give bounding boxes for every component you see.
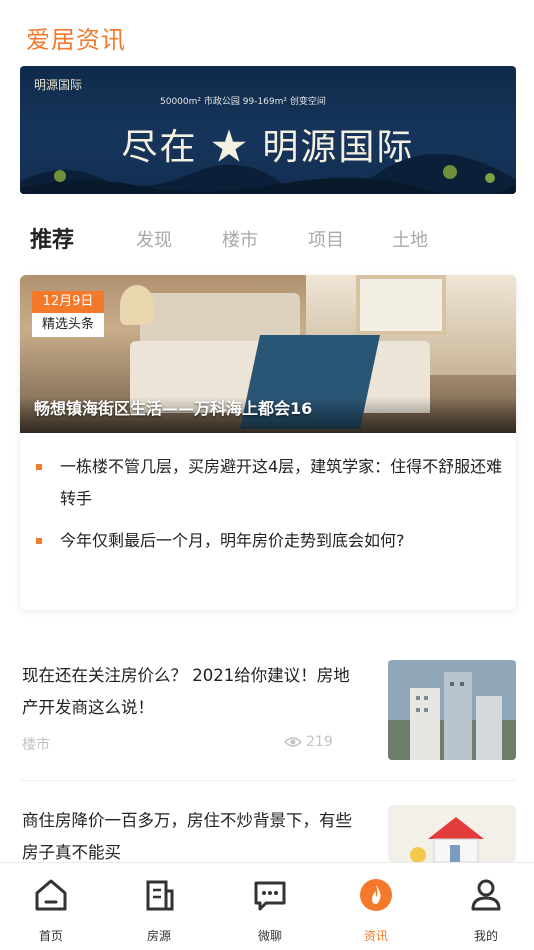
featured-hero-image[interactable]: 12月9日 精选头条 畅想镇海街区生活——万科海上都会16 [20,275,516,433]
article-thumbnail [388,660,516,760]
headline-list: 一栋楼不管几层，买房避开这4层，建筑学家：住得不舒服还难转手 今年仅剩最后一个月… [34,451,504,567]
bullet-icon [36,464,42,470]
bullet-icon [36,538,42,544]
category-tabs: 推荐 发现 楼市 项目 土地 [30,222,490,258]
article-item[interactable]: 商住房降价一百多万，房住不炒背景下，有些房子真不能买 [20,805,516,865]
category-badge: 精选头条 [32,313,104,337]
banner-spec: 50000m² 市政公园 99-169m² 创变空间 [160,97,326,107]
page-title: 爱居资讯 [26,26,126,54]
banner-logo: 明源国际 [34,78,83,92]
headline-item[interactable]: 今年仅剩最后一个月，明年房价走势到底会如何? [34,525,504,557]
article-item[interactable]: 现在还在关注房价么？ 2021给你建议！房地产开发商这么说！ 楼市 219 [20,660,516,764]
tab-project[interactable]: 项目 [308,226,344,252]
article-title: 商住房降价一百多万，房住不炒背景下，有些房子真不能买 [22,811,352,862]
date-badge: 12月9日 [32,291,104,313]
chat-icon [254,881,286,911]
user-icon [471,879,501,911]
nav-news[interactable]: 资讯 [346,875,406,944]
featured-title: 畅想镇海街区生活——万科海上都会16 [34,399,313,418]
article-views: 219 [284,734,333,750]
tab-market[interactable]: 楼市 [222,226,258,252]
featured-card: 12月9日 精选头条 畅想镇海街区生活——万科海上都会16 一栋楼不管几层，买房… [20,275,516,610]
article-category: 楼市 [22,737,50,753]
tab-discover[interactable]: 发现 [136,226,172,252]
nav-profile[interactable]: 我的 [456,875,516,944]
list-divider [20,780,516,781]
bottom-navigation: 首页 房源 微聊 资讯 我的 [0,862,534,950]
eye-icon [284,737,302,747]
tab-land[interactable]: 土地 [392,226,428,252]
banner-hills-decoration [20,154,516,194]
nav-listings[interactable]: 房源 [129,875,189,944]
nav-home[interactable]: 首页 [21,875,81,944]
home-icon [35,879,67,911]
article-title: 现在还在关注房价么？ 2021给你建议！房地产开发商这么说！ [22,666,350,717]
news-icon [360,879,392,911]
headline-item[interactable]: 一栋楼不管几层，买房避开这4层，建筑学家：住得不舒服还难转手 [34,451,504,515]
tab-recommend[interactable]: 推荐 [30,222,74,254]
promo-banner[interactable]: 明源国际 50000m² 市政公园 99-169m² 创变空间 尽在 ★ 明源国… [20,66,516,194]
nav-chat[interactable]: 微聊 [240,875,300,944]
article-thumbnail [388,805,516,862]
building-icon [146,880,174,911]
